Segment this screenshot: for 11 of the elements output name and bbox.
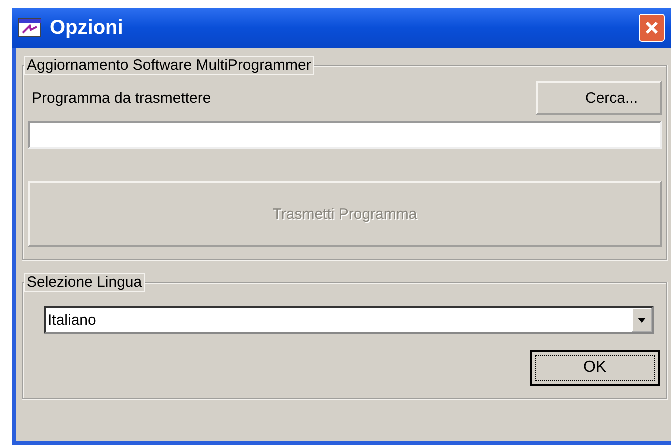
close-button[interactable] [639,14,665,42]
group-title: Selezione Lingua [24,273,146,292]
field-label: Programma da trasmettere [32,90,212,106]
file-path-field[interactable] [28,121,662,149]
ok-button[interactable]: OK [530,350,660,386]
close-icon [644,20,660,36]
group-title: Aggiornamento Software MultiProgrammer [24,56,314,75]
language-dropdown[interactable]: Italiano [44,306,654,334]
app-icon [18,18,42,38]
window-title: Opzioni [50,16,124,40]
browse-button[interactable]: Cerca... [536,81,662,115]
